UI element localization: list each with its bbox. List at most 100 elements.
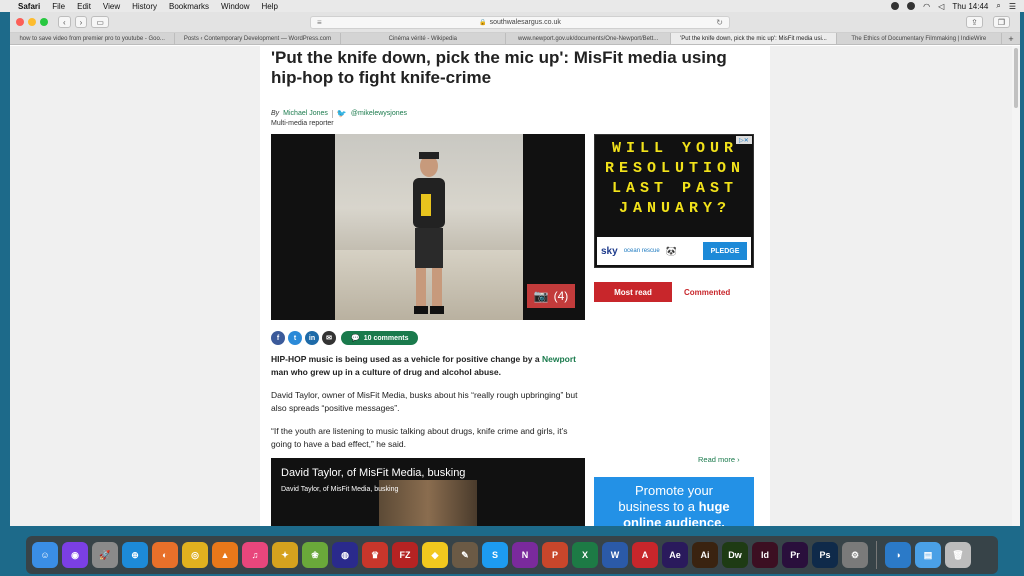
dock-app-9-icon[interactable]: ✦ [272, 542, 298, 568]
dock-skype-icon[interactable]: S [482, 542, 508, 568]
chevron-left-icon: ‹ [63, 17, 66, 27]
menu-app-safari[interactable]: Safari [18, 2, 40, 11]
camera-icon: 📷 [533, 289, 549, 303]
tab-item[interactable]: www.newport.gov.uk/documents/One-Newport… [506, 33, 672, 44]
body-paragraph: “If the youth are listening to music tal… [271, 426, 568, 449]
page-scrollbar[interactable] [1012, 46, 1020, 526]
menu-bookmarks[interactable]: Bookmarks [169, 2, 209, 11]
dock-cyberduck-icon[interactable]: ◆ [422, 542, 448, 568]
adchoices-icon[interactable]: ▷✕ [736, 136, 752, 144]
photo-count-badge[interactable]: 📷 (4) [527, 284, 575, 308]
tab-item[interactable]: how to save video from premier pro to yo… [10, 33, 176, 44]
close-window-button[interactable] [16, 18, 24, 26]
dock-gimp-icon[interactable]: ✎ [452, 542, 478, 568]
address-bar[interactable]: ≡ 🔒 southwalesargus.co.uk ↻ [310, 16, 730, 29]
spotlight-search-icon[interactable]: ⌕ [996, 1, 1000, 11]
dock-finder-icon[interactable]: ☺ [32, 542, 58, 568]
dock-siri-icon[interactable]: ◉ [62, 542, 88, 568]
dock-dreamweaver-icon[interactable]: Dw [722, 542, 748, 568]
busker-figure [413, 152, 445, 314]
dock-premiere-icon[interactable]: Pr [782, 542, 808, 568]
photo-count: (4) [553, 289, 569, 303]
dock-photoshop-icon[interactable]: Ps [812, 542, 838, 568]
read-more-link[interactable]: Read more › [698, 455, 740, 464]
dock-audio-icon[interactable]: ◍ [332, 542, 358, 568]
scrollbar-thumb[interactable] [1014, 48, 1018, 108]
show-tabs-button[interactable]: ❐ [992, 16, 1010, 28]
article-page: 'Put the knife down, pick the mic up': M… [260, 46, 770, 526]
dock-word-icon[interactable]: W [602, 542, 628, 568]
dock-itunes-icon[interactable]: ♫ [242, 542, 268, 568]
wwf-panda-icon: 🐼 [665, 245, 677, 256]
video-player[interactable]: David Taylor, of MisFit Media, busking D… [271, 458, 585, 526]
advertisement[interactable]: WILL YOUR RESOLUTION LAST PAST JANUARY? … [594, 134, 754, 268]
twitter-icon[interactable]: 🐦 [337, 109, 347, 118]
dock-trash-icon[interactable]: 🗑 [945, 542, 971, 568]
hero-photo[interactable] [335, 134, 523, 320]
dock-safari-icon[interactable]: ⊕ [122, 542, 148, 568]
dock-app-12-icon[interactable]: ♛ [362, 542, 388, 568]
dock-vlc-icon[interactable]: ▲ [212, 542, 238, 568]
tab-item[interactable]: Cinéma vérité - Wikipedia [341, 33, 506, 44]
dock-folder-icon[interactable]: ▤ [915, 542, 941, 568]
tab-most-read[interactable]: Most read [594, 282, 672, 302]
dock-indesign-icon[interactable]: Id [752, 542, 778, 568]
share-button[interactable]: ⇪ [966, 16, 983, 28]
comments-button[interactable]: 💬 10 comments [341, 331, 419, 345]
dock-excel-icon[interactable]: X [572, 542, 598, 568]
dock-onenote-icon[interactable]: N [512, 542, 538, 568]
dock-network-icon[interactable]: ◑ [885, 542, 911, 568]
menu-file[interactable]: File [52, 2, 65, 11]
tab-item[interactable]: Posts ‹ Contemporary Development — WordP… [175, 33, 341, 44]
tab-commented[interactable]: Commented [684, 288, 730, 297]
back-button[interactable]: ‹ [58, 16, 71, 28]
browser-toolbar: ‹ › ▭ ≡ 🔒 southwalesargus.co.uk ↻ ⇪ ❐ [10, 12, 1020, 33]
author-link[interactable]: Michael Jones [283, 110, 328, 117]
dock-firefox-icon[interactable]: ◐ [152, 542, 178, 568]
menu-window[interactable]: Window [221, 2, 249, 11]
sidebar-toggle-button[interactable]: ▭ [91, 16, 109, 28]
reader-icon[interactable]: ≡ [317, 18, 322, 27]
divider [331, 109, 333, 118]
reload-icon[interactable]: ↻ [716, 18, 723, 27]
dock-system-prefs-icon[interactable]: ⚙ [842, 542, 868, 568]
dock-illustrator-icon[interactable]: Ai [692, 542, 718, 568]
menu-help[interactable]: Help [261, 2, 277, 11]
facebook-share-button[interactable]: f [271, 331, 285, 345]
promo-line: online audience. [623, 515, 725, 526]
newport-link[interactable]: Newport [542, 354, 576, 364]
minimize-window-button[interactable] [28, 18, 36, 26]
dock-launchpad-icon[interactable]: 🚀 [92, 542, 118, 568]
status-icon[interactable] [907, 2, 916, 10]
tab-item-active[interactable]: 'Put the knife down, pick the mic up': M… [671, 33, 837, 44]
zoom-window-button[interactable] [40, 18, 48, 26]
menu-edit[interactable]: Edit [77, 2, 91, 11]
forward-button[interactable]: › [74, 16, 88, 28]
pledge-button[interactable]: PLEDGE [703, 242, 747, 260]
hero-gallery[interactable]: 📷 (4) [271, 134, 585, 320]
dock-chrome-icon[interactable]: ◎ [182, 542, 208, 568]
tab-item[interactable]: The Ethics of Documentary Filmmaking | I… [837, 33, 1002, 44]
promo-banner[interactable]: Promote your business to a huge online a… [594, 477, 754, 526]
menu-history[interactable]: History [132, 2, 157, 11]
dock-app-10-icon[interactable]: ❀ [302, 542, 328, 568]
dock-acrobat-icon[interactable]: A [632, 542, 658, 568]
menu-view[interactable]: View [103, 2, 120, 11]
new-tab-button[interactable]: + [1002, 33, 1020, 44]
status-icon[interactable] [891, 2, 900, 10]
linkedin-icon: in [308, 334, 316, 342]
notification-center-icon[interactable]: ☰ [1009, 2, 1016, 11]
web-content: 'Put the knife down, pick the mic up': M… [10, 46, 1020, 526]
tab-bar: how to save video from premier pro to yo… [10, 33, 1020, 45]
dock-after-effects-icon[interactable]: Ae [662, 542, 688, 568]
article-headline: 'Put the knife down, pick the mic up': M… [271, 48, 727, 87]
email-share-button[interactable]: ✉ [322, 331, 336, 345]
volume-icon[interactable]: ◁ [938, 2, 944, 11]
linkedin-share-button[interactable]: in [305, 331, 319, 345]
menubar-clock[interactable]: Thu 14:44 [952, 2, 988, 11]
twitter-handle-link[interactable]: @mikelewysjones [351, 110, 407, 117]
dock-filezilla-icon[interactable]: FZ [392, 542, 418, 568]
dock-powerpoint-icon[interactable]: P [542, 542, 568, 568]
wifi-icon[interactable]: ◠ [923, 2, 930, 11]
twitter-share-button[interactable]: t [288, 331, 302, 345]
